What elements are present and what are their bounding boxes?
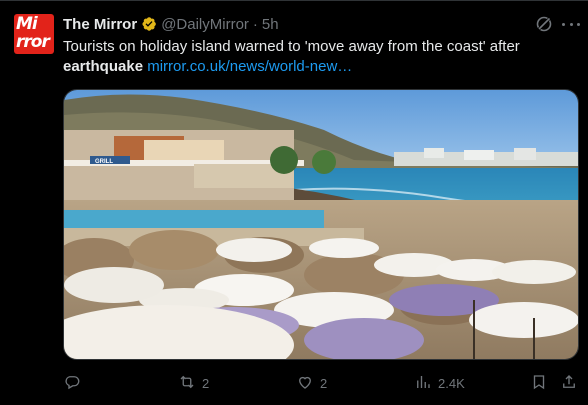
- views-icon: [414, 373, 432, 394]
- avatar-logo-bottom: rror: [16, 32, 50, 52]
- retweet-count: 2: [202, 375, 210, 391]
- verified-badge-icon[interactable]: [141, 16, 157, 32]
- tweet-text-bold: earthquake: [63, 58, 144, 75]
- views-button[interactable]: 2.4K: [414, 373, 465, 393]
- action-bar: 2 2 2.4K: [63, 373, 579, 393]
- share-icon: [560, 373, 578, 394]
- tweet[interactable]: Mi rror The Mirror @DailyMirror · 5h Tou…: [0, 0, 588, 405]
- views-count: 2.4K: [438, 375, 465, 391]
- reply-button[interactable]: [63, 373, 87, 393]
- share-button[interactable]: [560, 373, 578, 393]
- timestamp[interactable]: 5h: [262, 16, 279, 33]
- retweet-icon: [178, 373, 196, 394]
- like-count: 2: [320, 375, 328, 391]
- article-link[interactable]: mirror.co.uk/news/world-new…: [147, 58, 352, 75]
- tweet-text-main: Tourists on holiday island warned to 'mo…: [63, 38, 520, 55]
- tweet-image[interactable]: GRILL: [63, 89, 579, 360]
- author-handle[interactable]: @DailyMirror: [161, 16, 249, 33]
- grok-icon[interactable]: [535, 15, 553, 33]
- like-button[interactable]: 2: [296, 373, 327, 393]
- bookmark-button[interactable]: [530, 373, 548, 393]
- separator-dot: ·: [252, 15, 258, 33]
- more-icon[interactable]: [562, 17, 580, 31]
- tweet-text: Tourists on holiday island warned to 'mo…: [63, 37, 575, 77]
- author-name[interactable]: The Mirror: [63, 16, 137, 33]
- tweet-header: The Mirror @DailyMirror · 5h: [63, 15, 279, 33]
- reply-icon: [63, 373, 81, 394]
- image-sign-text: GRILL: [95, 159, 113, 165]
- retweet-button[interactable]: 2: [178, 373, 209, 393]
- heart-icon: [296, 373, 314, 394]
- bookmark-icon: [530, 373, 548, 394]
- avatar-logo-top: Mi: [16, 14, 38, 34]
- avatar[interactable]: Mi rror: [14, 14, 54, 54]
